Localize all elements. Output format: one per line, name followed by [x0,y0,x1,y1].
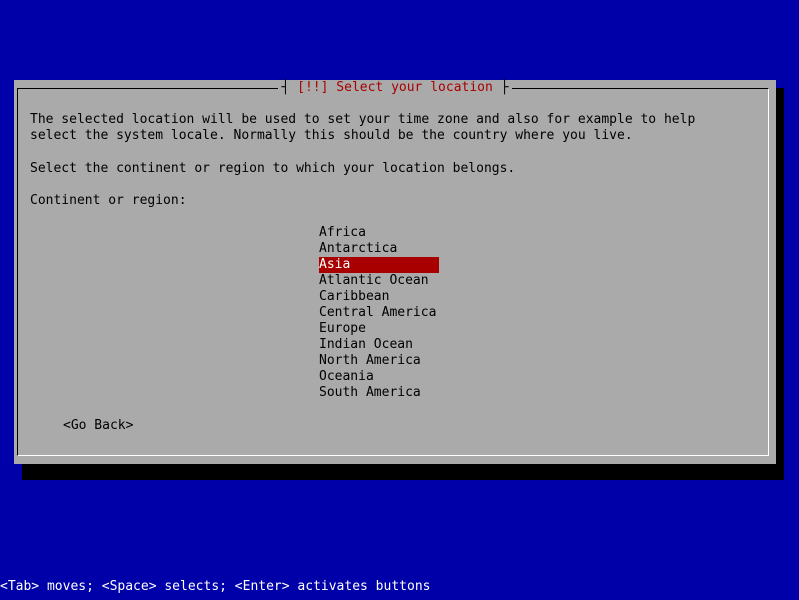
list-item-antarctica[interactable]: Antarctica [319,241,439,257]
list-item-oceania[interactable]: Oceania [319,369,439,385]
list-item-atlantic-ocean[interactable]: Atlantic Ocean [319,273,439,289]
dialog-title: [!!] Select your location [297,80,493,95]
list-item-asia[interactable]: Asia [319,257,439,273]
list-item-central-america[interactable]: Central America [319,305,439,321]
go-back-button[interactable]: <Go Back> [63,418,133,434]
list-item-indian-ocean[interactable]: Indian Ocean [319,337,439,353]
prompt-text: Select the continent or region to which … [30,161,516,176]
title-left-bar: ┤ [281,80,290,95]
dialog-title-container: ┤ [!!] Select your location ├ [277,80,513,96]
list-item-europe[interactable]: Europe [319,321,439,337]
status-bar: <Tab> moves; <Space> selects; <Enter> ac… [0,579,431,594]
field-label: Continent or region: [30,193,187,208]
list-item-caribbean[interactable]: Caribbean [319,289,439,305]
list-item-africa[interactable]: Africa [319,225,439,241]
list-item-south-america[interactable]: South America [319,385,439,401]
list-item-north-america[interactable]: North America [319,353,439,369]
description-line-2: select the system locale. Normally this … [30,128,633,143]
description-line-1: The selected location will be used to se… [30,112,696,127]
dialog-title-wrap: ┤ [!!] Select your location ├ [14,80,776,96]
region-list[interactable]: Africa Antarctica Asia Atlantic Ocean Ca… [319,225,439,401]
location-dialog: ┤ [!!] Select your location ├ The select… [14,80,776,464]
title-right-bar: ├ [500,80,509,95]
